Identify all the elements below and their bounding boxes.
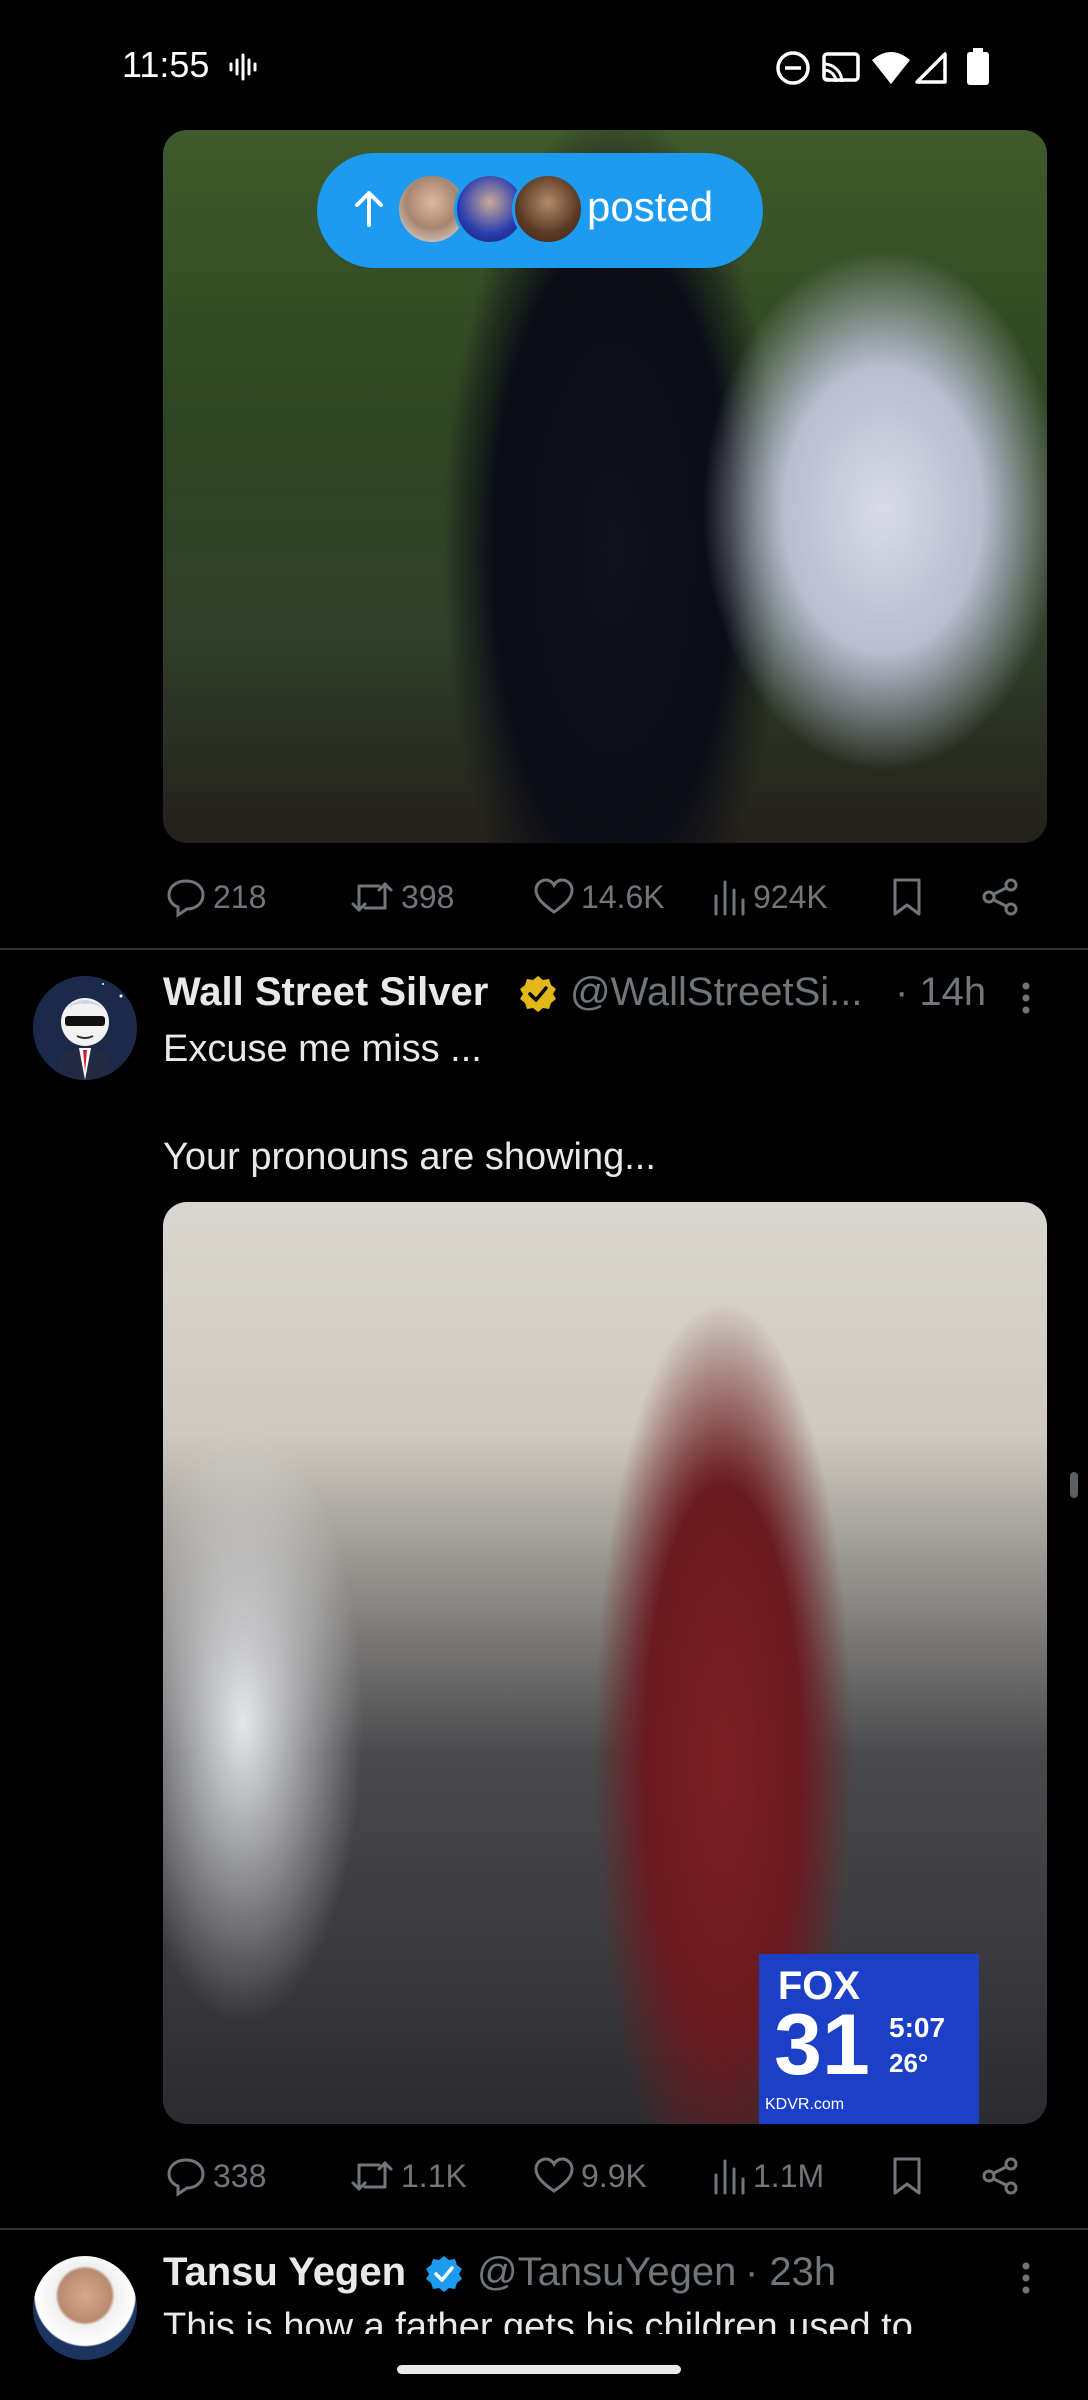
heart-icon: [534, 2157, 574, 2193]
share-icon: [982, 878, 1018, 916]
clock: 11:55: [122, 44, 210, 85]
analytics-icon: [714, 2159, 745, 2195]
battery-icon: [966, 48, 990, 86]
home-indicator[interactable]: [397, 2365, 681, 2374]
channel-number: 31: [774, 1997, 870, 2093]
like-count: 9.9K: [581, 2157, 647, 2194]
bookmark-button[interactable]: [889, 867, 925, 927]
tweet-text: This is how a father gets his children u…: [163, 2306, 913, 2334]
like-button[interactable]: 14.6K: [533, 867, 665, 927]
tweet-actions: 218 398 14.6K 924K: [163, 867, 1047, 927]
reply-button[interactable]: 338: [165, 2146, 266, 2206]
analytics-icon: [714, 880, 745, 916]
views-button[interactable]: 1.1M: [711, 2146, 824, 2206]
do-not-disturb-icon: [775, 50, 811, 86]
repost-count: 398: [401, 878, 455, 915]
posted-label: posted: [587, 183, 714, 230]
reply-count: 338: [213, 2157, 267, 2194]
reply-count: 218: [213, 878, 267, 915]
reply-icon: [167, 879, 205, 918]
author-name[interactable]: Wall Street Silver: [163, 970, 488, 1015]
tv-station-badge: FOX 31 5:07 26° KDVR.com: [759, 1954, 979, 2124]
verified-badge-icon: [424, 2254, 464, 2294]
share-button[interactable]: [979, 2146, 1021, 2206]
repost-icon: [351, 882, 393, 912]
tweet-text: Excuse me miss ...: [163, 1028, 482, 1070]
view-count: 1.1M: [753, 2157, 825, 2194]
scrollbar[interactable]: [1070, 1472, 1078, 1498]
repost-button[interactable]: 1.1K: [349, 2146, 467, 2206]
repost-count: 1.1K: [401, 2157, 467, 2194]
share-button[interactable]: [979, 867, 1021, 927]
station-website: KDVR.com: [765, 2096, 845, 2113]
bookmark-icon: [893, 2157, 921, 2195]
arrow-up-icon: [353, 189, 385, 229]
views-button[interactable]: 924K: [711, 867, 828, 927]
tweet-text: Your pronouns are showing...: [163, 1136, 656, 1178]
cast-icon: [821, 50, 861, 86]
avatar[interactable]: [33, 976, 137, 1080]
more-options-icon[interactable]: [1016, 978, 1036, 1018]
reply-button[interactable]: 218: [165, 867, 266, 927]
divider: [0, 2228, 1088, 2230]
like-button[interactable]: 9.9K: [533, 2146, 647, 2206]
repost-icon: [351, 2161, 393, 2191]
author-name[interactable]: Tansu Yegen: [163, 2250, 406, 2295]
tweet-header-clip: Tansu Yegen @TansuYegen · 23h This is ho…: [0, 2240, 1088, 2334]
post-time: · 14h: [895, 970, 987, 1014]
audio-waveform-icon: [228, 52, 258, 82]
wifi-icon: [870, 50, 912, 86]
bookmark-button[interactable]: [889, 2146, 925, 2206]
post-time: · 23h: [745, 2250, 837, 2294]
reply-icon: [167, 2158, 205, 2197]
tweet-actions: 338 1.1K 9.9K 1.1M: [163, 2146, 1047, 2206]
broadcast-time: 5:07: [889, 2012, 946, 2043]
status-bar: 11:55: [0, 0, 1088, 130]
divider: [0, 948, 1088, 950]
author-handle[interactable]: @TansuYegen: [477, 2250, 736, 2295]
heart-icon: [534, 878, 574, 914]
new-posts-pill[interactable]: posted: [317, 153, 763, 268]
bookmark-icon: [893, 878, 921, 916]
more-options-icon[interactable]: [1016, 2258, 1036, 2298]
cellular-signal-icon: [913, 50, 949, 86]
verified-badge-icon: [518, 974, 558, 1014]
author-handle[interactable]: @WallStreetSi...: [570, 970, 863, 1015]
broadcast-temperature: 26°: [889, 2048, 929, 2078]
avatar: [512, 173, 584, 245]
tweet-image[interactable]: FOX 31 5:07 26° KDVR.com: [163, 1202, 1047, 2124]
repost-button[interactable]: 398: [349, 867, 454, 927]
like-count: 14.6K: [581, 878, 665, 915]
view-count: 924K: [753, 878, 828, 915]
share-icon: [982, 2157, 1018, 2195]
